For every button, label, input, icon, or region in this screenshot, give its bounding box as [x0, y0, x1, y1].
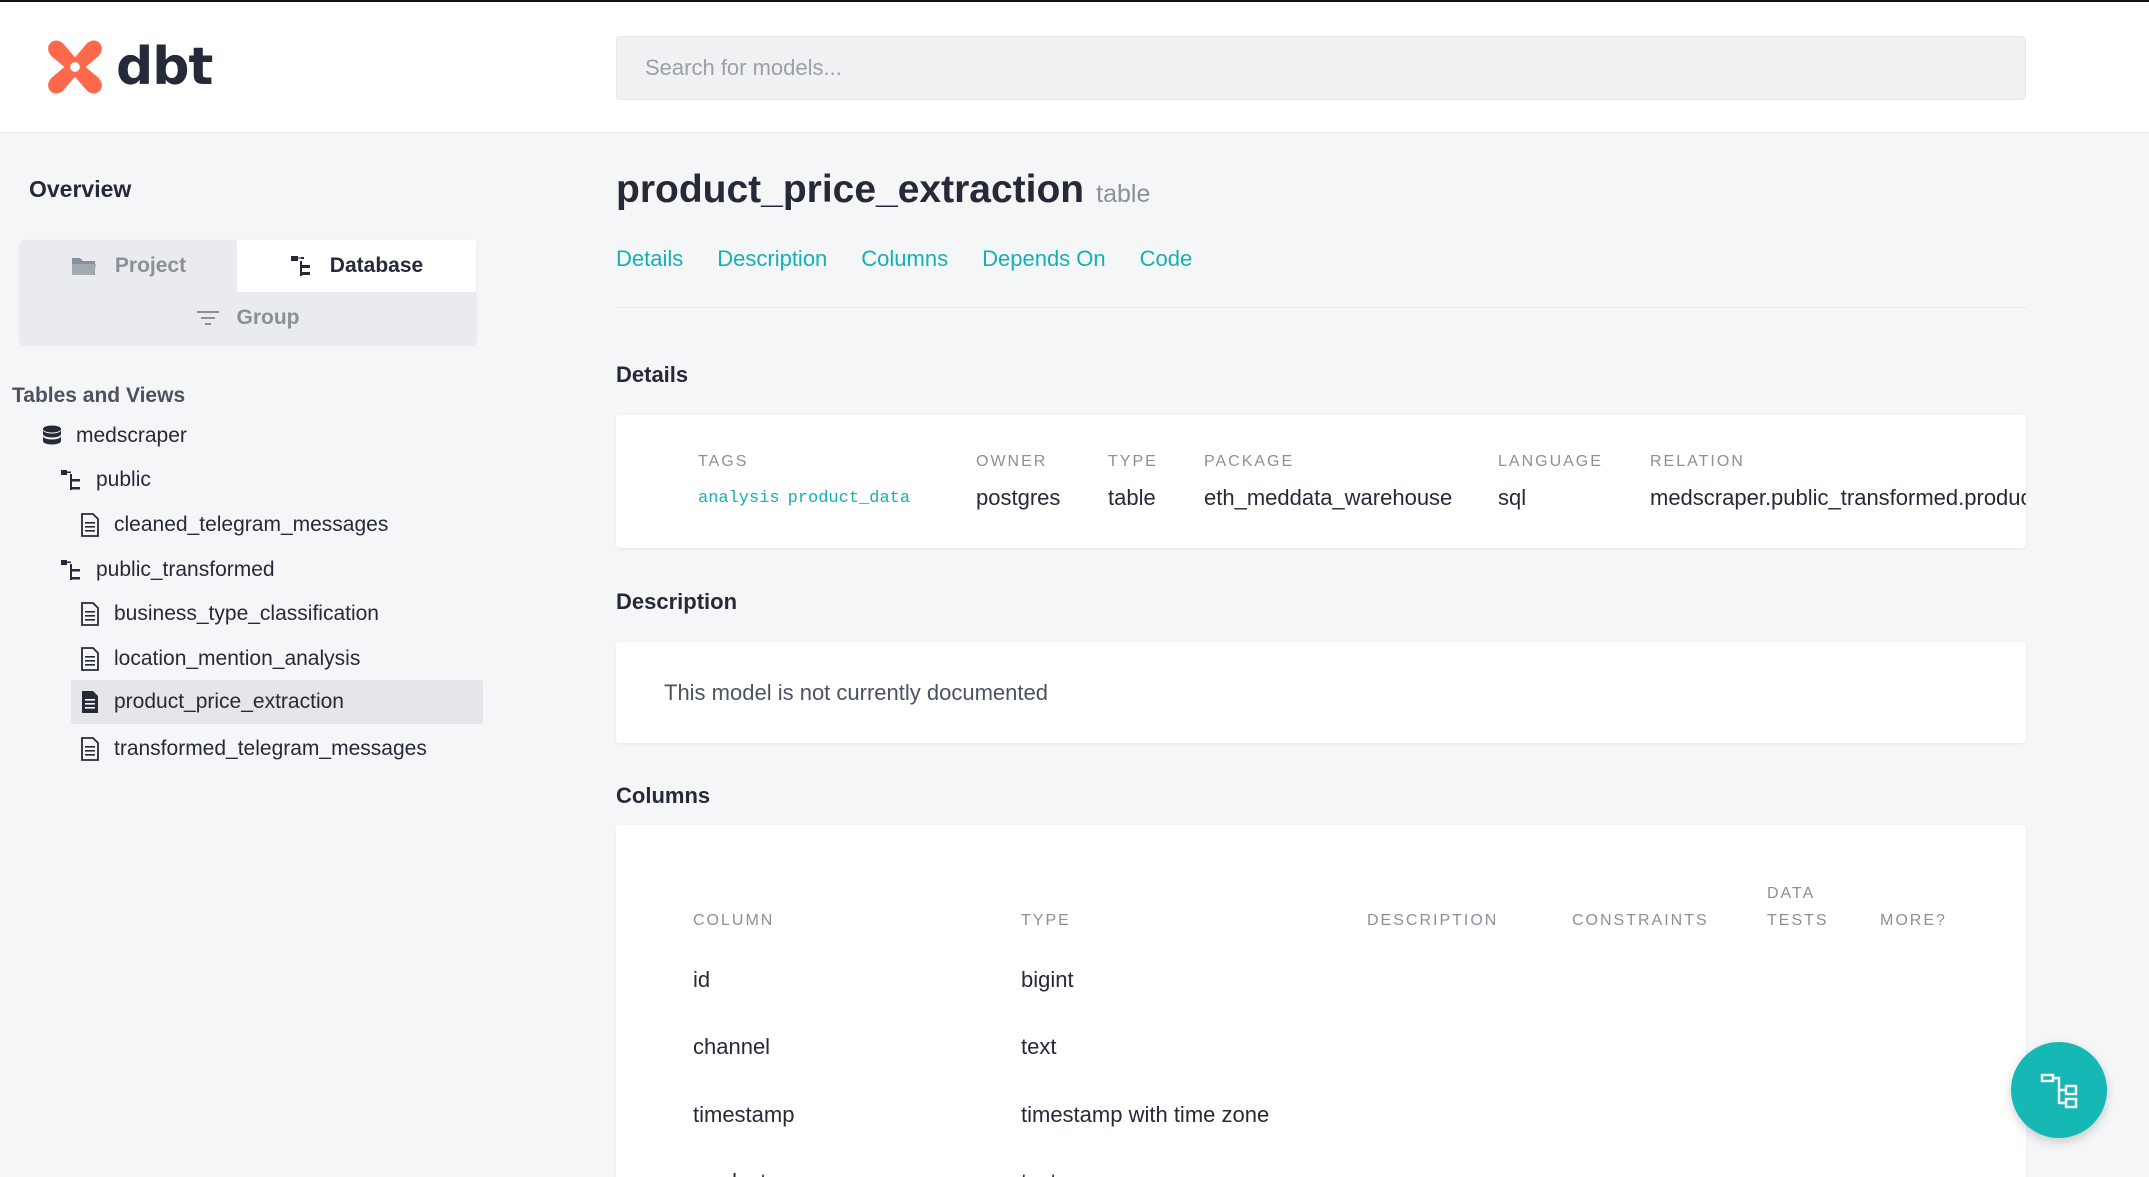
columns-heading: Columns — [616, 783, 711, 808]
filter-lines-icon — [196, 311, 219, 325]
overview-link[interactable]: Overview — [29, 176, 131, 203]
column-name-cell[interactable]: timestamp — [693, 1102, 794, 1128]
database-view-button[interactable]: Database — [237, 240, 476, 292]
tree-database-label: medscraper — [76, 424, 187, 447]
columns-card: COLUMN TYPE DESCRIPTION CONSTRAINTS DATA… — [616, 825, 2026, 1177]
section-tabs: Details Description Columns Depends On C… — [616, 246, 1226, 272]
column-header-data-tests-line1: DATA — [1767, 885, 1816, 902]
column-header-data-tests: DATA TESTS — [1767, 880, 1829, 934]
meta-package: PACKAGE eth_meddata_warehouse — [1204, 453, 1452, 511]
column-type-cell: text — [1021, 1169, 1056, 1177]
column-type-cell: bigint — [1021, 967, 1074, 992]
meta-label: TYPE — [1108, 453, 1158, 470]
app-header: dbt — [0, 2, 2149, 133]
meta-label: RELATION — [1650, 453, 1745, 470]
tabs-divider — [616, 307, 2026, 308]
meta-label: PACKAGE — [1204, 453, 1295, 470]
lineage-tree-icon — [2040, 1073, 2078, 1109]
column-header-more: MORE? — [1880, 912, 1947, 929]
tree-schema-label: public_transformed — [96, 558, 275, 581]
document-icon — [81, 602, 99, 626]
tree-model-label: product_price_extraction — [114, 690, 344, 713]
meta-relation: RELATION medscraper.public_transformed.p… — [1650, 453, 2026, 511]
column-header-data-tests-line2: TESTS — [1767, 912, 1829, 929]
tab-code[interactable]: Code — [1140, 246, 1193, 272]
tree-model-business-type-classification[interactable]: business_type_classification — [80, 592, 379, 636]
description-card: This model is not currently documented — [616, 642, 2026, 743]
details-card: TAGS analysis product_data OWNER postgre… — [616, 415, 2026, 548]
column-name-cell[interactable]: channel — [693, 1034, 770, 1060]
meta-value: table — [1108, 485, 1156, 510]
tree-model-label: transformed_telegram_messages — [114, 737, 427, 760]
document-icon — [81, 513, 99, 537]
page-title: product_price_extraction — [616, 168, 1085, 211]
database-icon — [43, 425, 61, 445]
details-heading: Details — [616, 362, 689, 387]
tree-icon — [290, 256, 310, 276]
meta-label: TAGS — [698, 453, 749, 470]
meta-value: sql — [1498, 485, 1527, 510]
tree-model-label: cleaned_telegram_messages — [114, 513, 389, 536]
column-header-name[interactable]: COLUMN — [693, 907, 774, 934]
meta-value: eth_meddata_warehouse — [1204, 485, 1453, 510]
column-name-cell[interactable]: id — [693, 967, 710, 993]
document-icon — [81, 737, 99, 761]
tree-database-medscraper[interactable]: medscraper — [42, 414, 187, 458]
tree-model-transformed-telegram-messages[interactable]: transformed_telegram_messages — [80, 727, 427, 771]
meta-owner: OWNER postgres — [976, 453, 1060, 511]
view-switcher: Project Database Group — [20, 240, 476, 344]
tree-schema-public-transformed[interactable]: public_transformed — [60, 548, 275, 592]
tag-list: analysis product_data — [698, 489, 918, 508]
group-view-button[interactable]: Group — [20, 292, 476, 344]
tree-model-label: business_type_classification — [114, 602, 379, 625]
tag-chip[interactable]: product_data — [788, 489, 910, 508]
lineage-graph-button[interactable] — [2011, 1042, 2107, 1138]
document-filled-icon — [82, 691, 98, 713]
tree-model-product-price-extraction[interactable]: product_price_extraction — [71, 680, 483, 724]
search-input[interactable] — [616, 36, 2026, 100]
sidebar: Overview Project Database Group Tables a… — [0, 134, 500, 1177]
dbt-logo[interactable]: dbt — [44, 36, 213, 98]
tag-chip[interactable]: analysis — [698, 489, 780, 508]
logo-text: dbt — [116, 37, 213, 97]
schema-tree-icon — [61, 470, 80, 490]
tab-depends-on[interactable]: Depends On — [982, 246, 1106, 272]
tree-model-cleaned-telegram-messages[interactable]: cleaned_telegram_messages — [80, 503, 388, 547]
project-view-button[interactable]: Project — [20, 240, 237, 292]
model-materialization: table — [1096, 180, 1151, 208]
tree-model-location-mention-analysis[interactable]: location_mention_analysis — [80, 637, 360, 681]
description-heading: Description — [616, 589, 738, 614]
document-icon — [81, 647, 99, 671]
tab-columns[interactable]: Columns — [861, 246, 948, 272]
group-view-label: Group — [236, 306, 300, 329]
column-header-constraints: CONSTRAINTS — [1572, 912, 1709, 929]
column-header-type[interactable]: TYPE — [1021, 907, 1071, 934]
tree-schema-public[interactable]: public — [60, 458, 151, 502]
database-view-label: Database — [329, 254, 424, 277]
meta-label: LANGUAGE — [1498, 453, 1603, 470]
meta-type: TYPE table — [1108, 453, 1158, 511]
dbt-logo-icon — [48, 40, 102, 94]
tree-model-label: location_mention_analysis — [114, 647, 361, 670]
meta-tags: TAGS analysis product_data — [698, 453, 918, 508]
tab-description[interactable]: Description — [717, 246, 827, 272]
description-text: This model is not currently documented — [664, 680, 1048, 705]
model-detail-panel: product_price_extraction table Details D… — [616, 134, 2149, 1177]
model-title-row: product_price_extraction table — [616, 168, 1150, 212]
meta-label: OWNER — [976, 453, 1048, 470]
schema-tree-icon — [61, 560, 80, 580]
meta-value: medscraper.public_transformed.product_pr… — [1650, 485, 2026, 510]
meta-language: LANGUAGE sql — [1498, 453, 1603, 511]
tab-details[interactable]: Details — [616, 246, 683, 272]
column-type-cell: timestamp with time zone — [1021, 1102, 1270, 1127]
tables-and-views-heading: Tables and Views — [12, 384, 186, 407]
project-view-label: Project — [114, 254, 187, 277]
column-type-cell: text — [1021, 1034, 1057, 1059]
folder-icon — [71, 258, 96, 275]
tree-schema-label: public — [96, 468, 151, 491]
meta-value: postgres — [976, 485, 1061, 510]
column-header-description: DESCRIPTION — [1367, 912, 1499, 929]
column-name-cell[interactable]: product_name — [693, 1169, 834, 1177]
